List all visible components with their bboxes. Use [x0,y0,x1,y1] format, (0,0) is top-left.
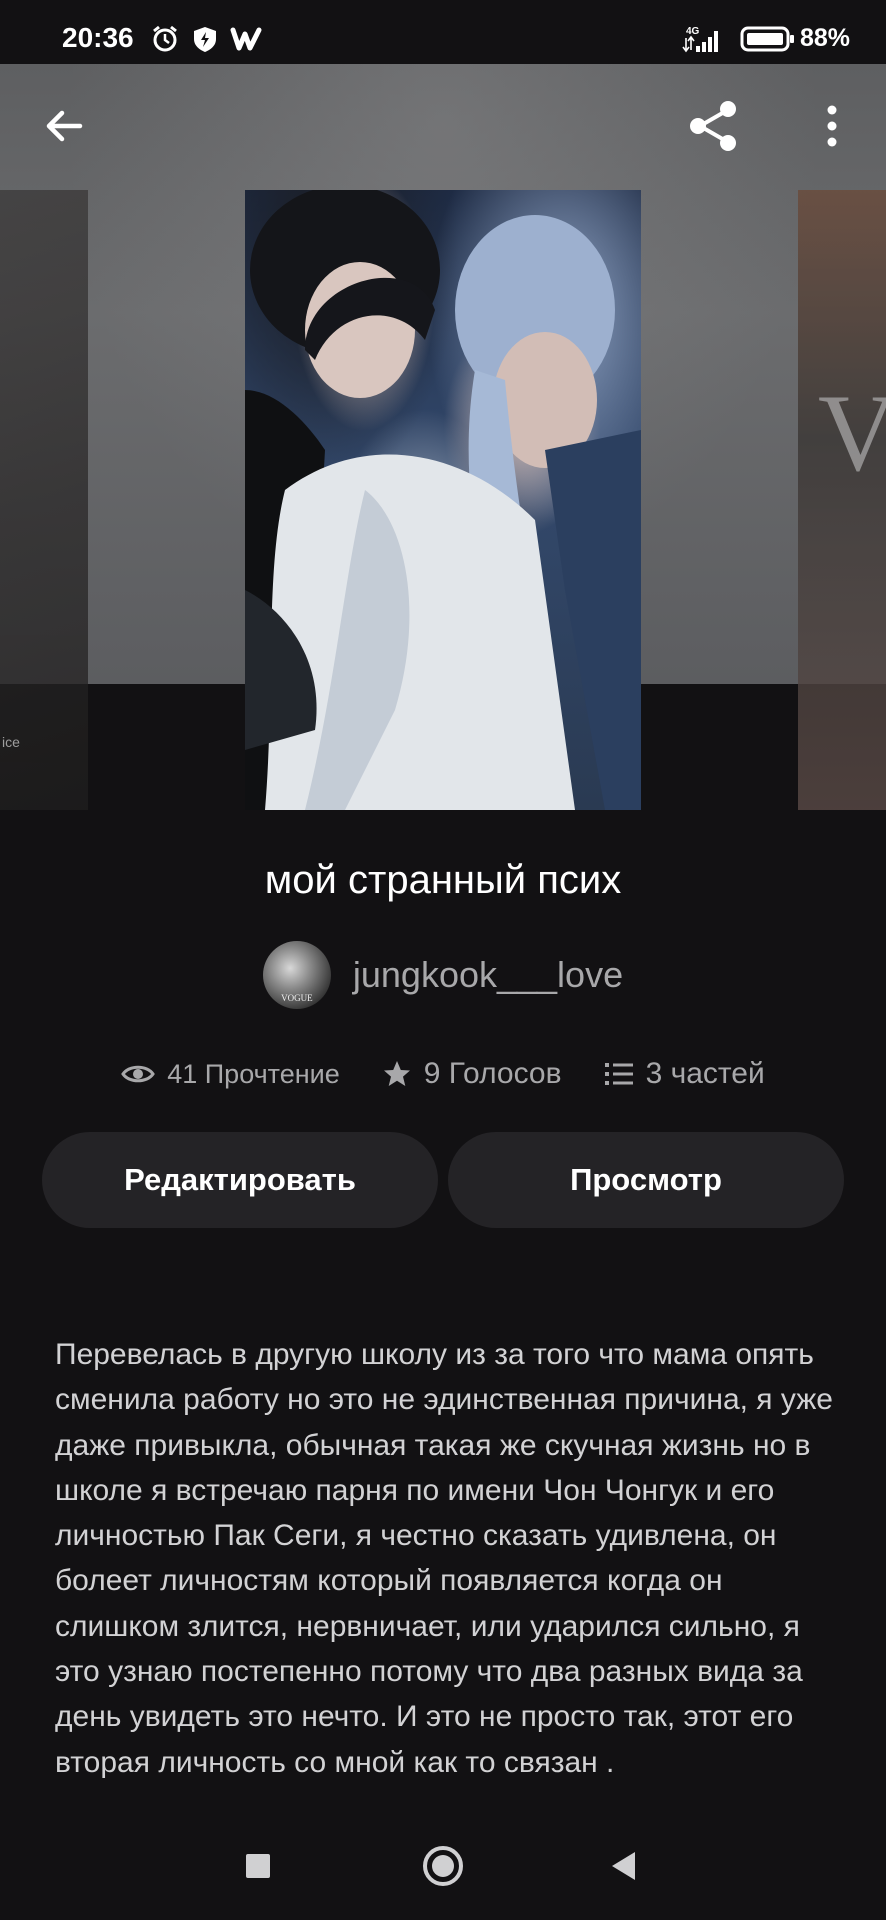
battery-icon [740,24,796,56]
cover-previous-text: ice [2,734,20,750]
home-circle-icon [423,1846,463,1886]
w-app-icon [230,24,262,56]
star-icon [383,1061,410,1086]
eye-icon [121,1065,156,1083]
story-title: мой странный псих [264,858,622,902]
reads-count: 41 Прочтение [167,1058,340,1089]
alarm-icon [150,24,182,56]
story-description: Перевелась в другую школу из за того что… [55,1338,833,1779]
square-icon [246,1854,270,1878]
author-row[interactable]: VOGUE jungkook___love [0,940,886,1010]
cover-artwork [245,190,641,810]
reads-stat: 41 Прочтение [121,1059,340,1090]
view-button[interactable]: Просмотр [448,1132,844,1228]
parts-count: 3 частей [645,1057,765,1090]
cover-next[interactable]: V [798,190,886,810]
more-options-button[interactable] [796,90,868,162]
back-button[interactable] [28,90,100,162]
back-triangle-icon [612,1852,635,1880]
parts-stat: 3 частей [604,1057,765,1091]
cover-next-text: V [818,372,886,494]
signal-icon: 4G [680,24,730,56]
more-vert-icon [827,105,837,147]
avatar-text: VOGUE [281,993,313,1003]
system-nav-bar [0,1812,886,1920]
recents-button[interactable] [226,1834,290,1898]
share-button[interactable] [678,90,750,162]
author-avatar[interactable]: VOGUE [262,941,331,1009]
votes-count: 9 Голосов [423,1057,562,1090]
votes-stat: 9 Голосов [382,1057,562,1091]
share-icon [690,101,736,151]
edit-button[interactable]: Редактировать [42,1132,438,1228]
status-bar: 20:36 4G 88% [0,0,886,64]
home-button[interactable] [411,1834,475,1898]
back-nav-button[interactable] [592,1834,656,1898]
back-arrow-icon [46,110,83,142]
cover-previous[interactable]: ice [0,190,88,810]
cover-current[interactable] [245,190,641,810]
battery-percentage: 88% [799,24,850,52]
shield-icon [190,24,222,56]
stats-row: 41 Прочтение 9 Голосов 3 частей [0,1052,886,1096]
network-label: 4G [686,26,700,37]
status-time: 20:36 [62,22,134,53]
list-icon [604,1063,633,1085]
author-name[interactable]: jungkook___love [353,954,623,996]
